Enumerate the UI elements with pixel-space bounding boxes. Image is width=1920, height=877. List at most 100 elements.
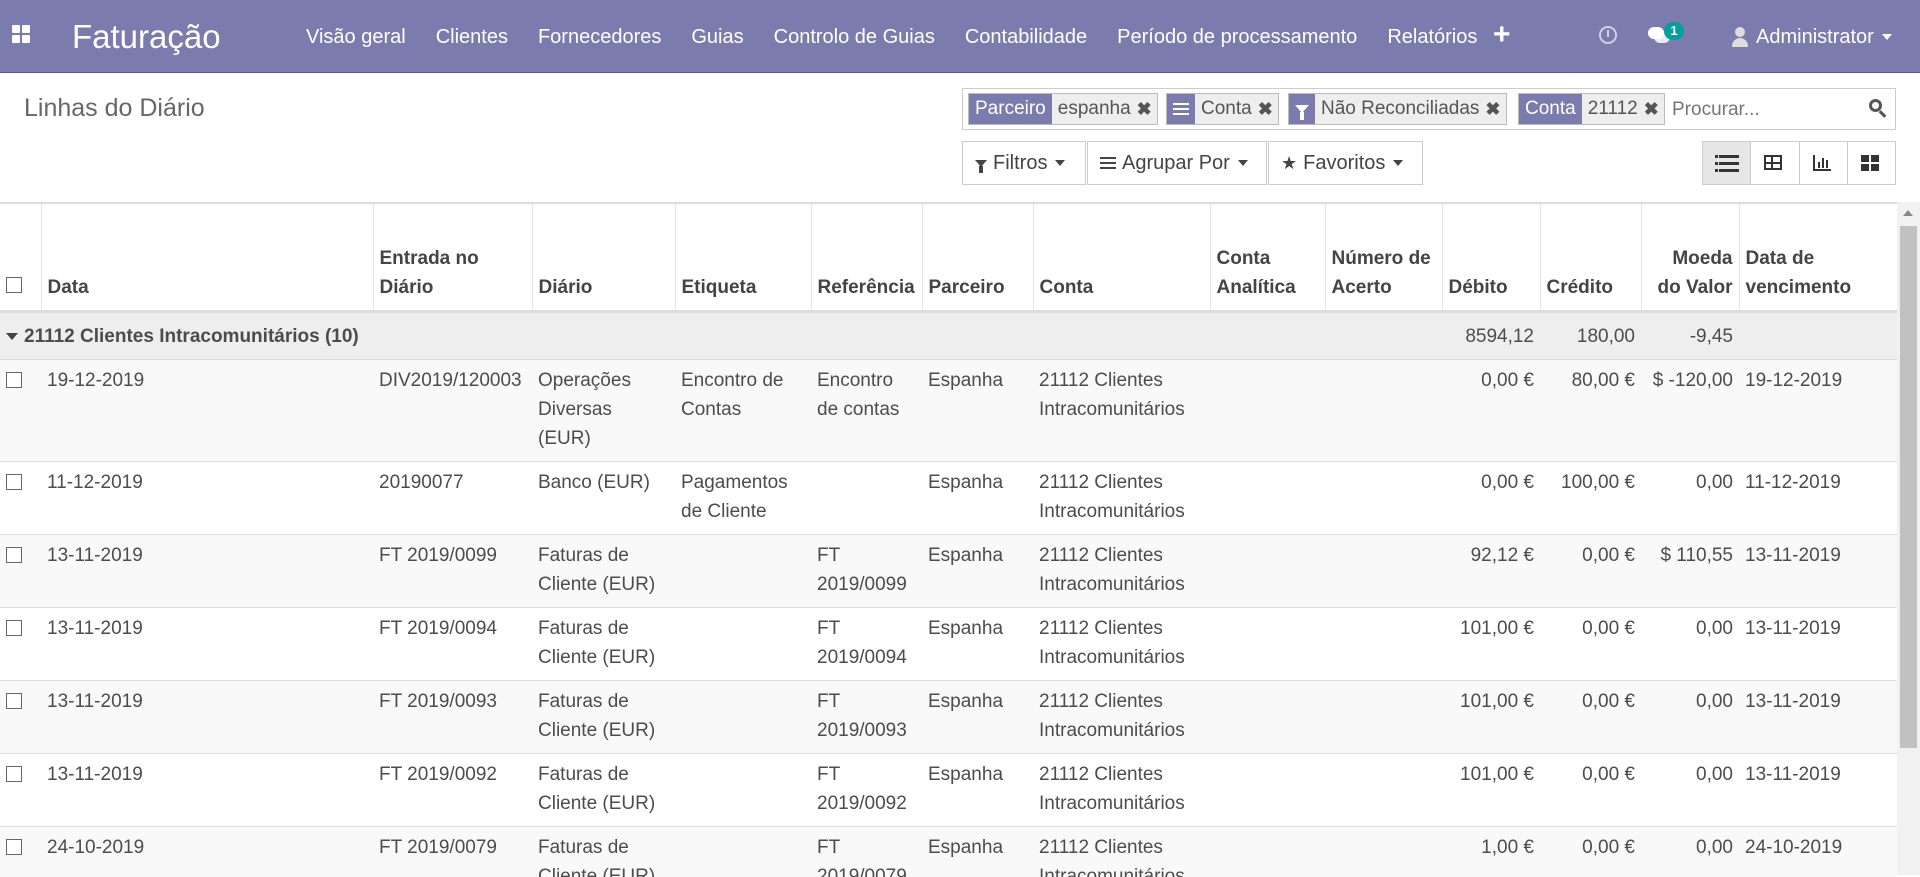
menu-clientes[interactable]: Clientes — [436, 24, 508, 50]
vertical-scrollbar[interactable] — [1897, 202, 1920, 875]
search-icon[interactable] — [1869, 99, 1889, 119]
group-by-icon — [1100, 157, 1116, 169]
kanban-view-icon[interactable] — [1848, 142, 1895, 184]
remove-facet-icon[interactable]: ✖ — [1137, 94, 1157, 124]
col-header-credit[interactable]: Crédito — [1540, 204, 1641, 312]
row-checkbox[interactable] — [6, 372, 22, 388]
cell-partner: Espanha — [922, 360, 1033, 462]
facet-label: Conta — [1519, 94, 1582, 124]
cell-due-date: 11-12-2019 — [1739, 462, 1897, 535]
view-switcher — [1702, 141, 1896, 185]
table-row[interactable]: 11-12-201920190077Banco (EUR)Pagamentos … — [0, 462, 1897, 535]
col-header-entry[interactable]: Entrada no Diário — [373, 204, 532, 312]
cell-entry: FT 2019/0094 — [373, 608, 532, 681]
cell-date: 11-12-2019 — [41, 462, 373, 535]
cell-journal: Operações Diversas (EUR) — [532, 360, 675, 462]
main-menu: Visão geral Clientes Fornecedores Guias … — [306, 24, 1507, 50]
cell-matching-number — [1325, 535, 1442, 608]
scrollbar-thumb[interactable] — [1900, 226, 1917, 748]
chevron-down-icon — [1882, 34, 1892, 40]
cell-reference: Encontro de contas — [811, 360, 922, 462]
add-menu-button[interactable]: + — [1493, 20, 1511, 50]
menu-guias[interactable]: Guias — [691, 24, 743, 50]
menu-fornecedores[interactable]: Fornecedores — [538, 24, 661, 50]
graph-view-icon[interactable] — [1800, 142, 1848, 184]
cell-entry: DIV2019/120003 — [373, 360, 532, 462]
menu-contabilidade[interactable]: Contabilidade — [965, 24, 1087, 50]
row-checkbox-cell — [0, 608, 41, 681]
col-header-reference[interactable]: Referência — [811, 204, 922, 312]
cell-analytic-account — [1210, 827, 1325, 877]
row-checkbox[interactable] — [6, 620, 22, 636]
search-input[interactable] — [1670, 95, 1854, 125]
row-checkbox[interactable] — [6, 474, 22, 490]
cell-due-date: 24-10-2019 — [1739, 827, 1897, 877]
col-header-analytic-account[interactable]: Conta Analítica — [1210, 204, 1325, 312]
group-label-cell: 21112 Clientes Intracomunitários (10) — [0, 312, 1325, 360]
menu-periodo-de-processamento[interactable]: Período de processamento — [1117, 24, 1357, 50]
cell-reference: FT 2019/0092 — [811, 754, 922, 827]
menu-visao-geral[interactable]: Visão geral — [306, 24, 406, 50]
cell-amount-currency: 0,00 — [1641, 827, 1739, 877]
menu-controlo-de-guias[interactable]: Controlo de Guias — [774, 24, 935, 50]
cell-amount-currency: $ -120,00 — [1641, 360, 1739, 462]
user-name: Administrator — [1756, 24, 1874, 50]
col-header-account[interactable]: Conta — [1033, 204, 1210, 312]
user-menu[interactable]: Administrator — [1732, 24, 1892, 50]
col-header-matching-number[interactable]: Número de Acerto — [1325, 204, 1442, 312]
col-header-label[interactable]: Etiqueta — [675, 204, 811, 312]
cell-label — [675, 827, 811, 877]
cell-date: 19-12-2019 — [41, 360, 373, 462]
group-empty-cell — [1325, 312, 1442, 360]
table-row[interactable]: 19-12-2019DIV2019/120003Operações Divers… — [0, 360, 1897, 462]
search-bar[interactable]: Parceiro espanha ✖ Conta ✖ Não Reconcili… — [962, 88, 1896, 130]
select-all-checkbox[interactable] — [6, 277, 22, 293]
table-row[interactable]: 13-11-2019FT 2019/0094Faturas de Cliente… — [0, 608, 1897, 681]
row-checkbox[interactable] — [6, 547, 22, 563]
table-row[interactable]: 13-11-2019FT 2019/0093Faturas de Cliente… — [0, 681, 1897, 754]
cell-due-date: 13-11-2019 — [1739, 681, 1897, 754]
row-checkbox[interactable] — [6, 693, 22, 709]
col-header-date[interactable]: Data — [41, 204, 373, 312]
group-by-button[interactable]: Agrupar Por — [1087, 141, 1267, 185]
select-all-checkbox-cell — [0, 204, 41, 312]
col-header-amount-currency[interactable]: Moeda do Valor — [1641, 204, 1739, 312]
cell-amount-currency: 0,00 — [1641, 754, 1739, 827]
col-header-due-date[interactable]: Data de vencimento — [1739, 204, 1897, 312]
row-checkbox[interactable] — [6, 766, 22, 782]
apps-menu-icon[interactable] — [12, 25, 34, 47]
col-header-partner[interactable]: Parceiro — [922, 204, 1033, 312]
col-header-journal[interactable]: Diário — [532, 204, 675, 312]
list-view-icon[interactable] — [1703, 142, 1751, 184]
pivot-view-icon[interactable] — [1751, 142, 1799, 184]
favorites-button[interactable]: ★ Favoritos — [1268, 141, 1423, 185]
remove-facet-icon[interactable]: ✖ — [1485, 94, 1505, 124]
remove-facet-icon[interactable]: ✖ — [1258, 94, 1278, 124]
cell-partner: Espanha — [922, 681, 1033, 754]
journal-items-list: Data Entrada no Diário Diário Etiqueta R… — [0, 202, 1897, 877]
remove-facet-icon[interactable]: ✖ — [1644, 94, 1664, 124]
row-checkbox[interactable] — [6, 839, 22, 855]
cell-account: 21112 Clientes Intracomunitários — [1033, 827, 1210, 877]
facet-value: espanha — [1052, 94, 1137, 124]
favorites-label: Favoritos — [1303, 142, 1385, 184]
app-title: Faturação — [72, 17, 221, 57]
cell-debit: 101,00 € — [1442, 608, 1540, 681]
table-row[interactable]: 24-10-2019FT 2019/0079Faturas de Cliente… — [0, 827, 1897, 877]
group-row[interactable]: 21112 Clientes Intracomunitários (10) 85… — [0, 312, 1897, 360]
cell-account: 21112 Clientes Intracomunitários — [1033, 535, 1210, 608]
col-header-debit[interactable]: Débito — [1442, 204, 1540, 312]
activity-clock-icon[interactable] — [1599, 26, 1617, 44]
star-icon: ★ — [1281, 142, 1297, 184]
chevron-down-icon — [1055, 160, 1065, 166]
cell-reference: FT 2019/0094 — [811, 608, 922, 681]
group-debit-total: 8594,12 — [1442, 312, 1540, 360]
table-row[interactable]: 13-11-2019FT 2019/0092Faturas de Cliente… — [0, 754, 1897, 827]
filters-button[interactable]: Filtros — [962, 141, 1086, 185]
menu-relatorios[interactable]: Relatórios — [1387, 24, 1477, 50]
list-icon — [1167, 94, 1195, 124]
table-row[interactable]: 13-11-2019FT 2019/0099Faturas de Cliente… — [0, 535, 1897, 608]
scroll-up-arrow-icon[interactable] — [1903, 210, 1913, 216]
filters-label: Filtros — [993, 142, 1047, 184]
top-navbar: Faturação Visão geral Clientes Fornecedo… — [0, 0, 1920, 73]
